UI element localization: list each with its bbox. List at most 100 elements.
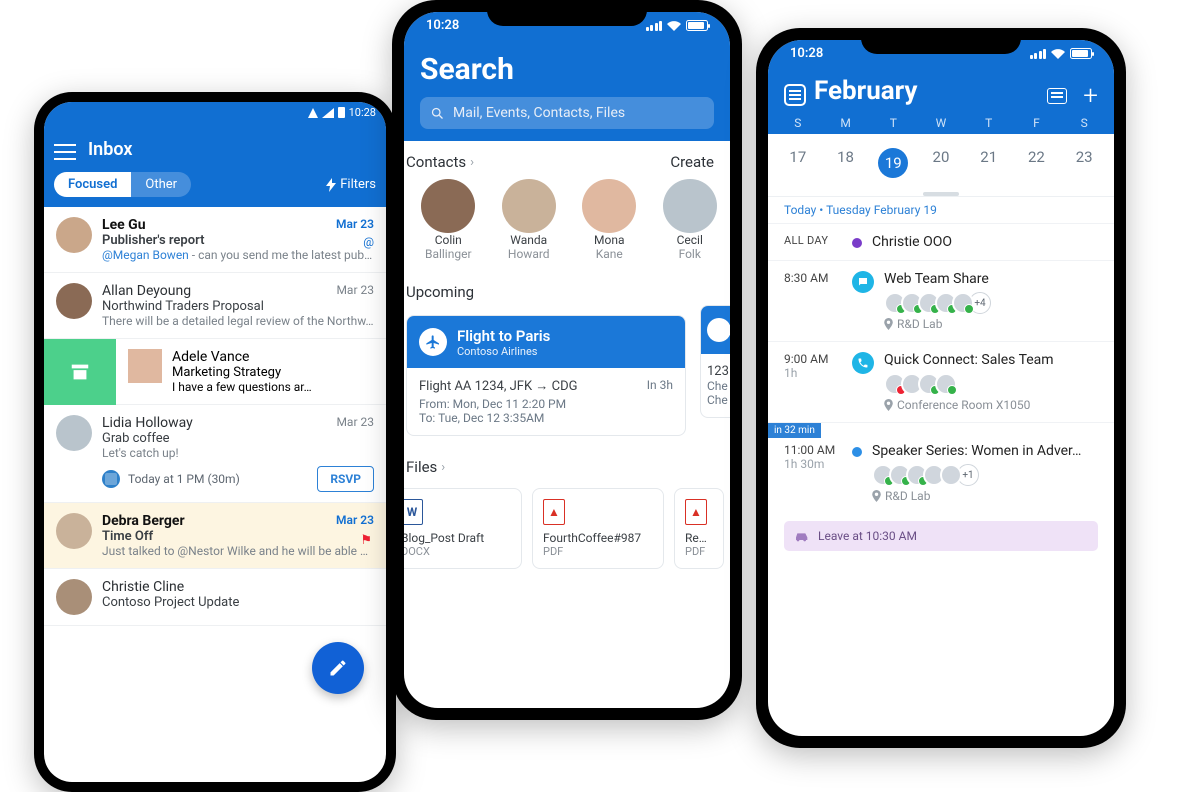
calendar-event[interactable]: 8:30 AM Web Team Share +4 R&D Lab xyxy=(768,260,1114,341)
email-preview: Let's catch up! xyxy=(102,446,374,460)
agenda-view-icon[interactable] xyxy=(1047,88,1067,104)
event-time: 11:00 AM xyxy=(784,443,842,457)
day-cell[interactable]: 18 xyxy=(822,142,870,184)
file-card[interactable]: ▲ Re… PDF xyxy=(674,488,724,569)
email-date: Mar 23 xyxy=(336,217,374,231)
day-cell[interactable]: 20 xyxy=(917,142,965,184)
day-cell[interactable]: 17 xyxy=(774,142,822,184)
compose-fab[interactable] xyxy=(312,642,364,694)
calendar-event[interactable]: 9:00 AM1h Quick Connect: Sales Team Conf… xyxy=(768,341,1114,422)
avatar xyxy=(56,513,92,549)
upcoming-card-peek[interactable]: 123CheChe xyxy=(700,305,730,418)
file-card[interactable]: W Blog_Post Draft DOCX xyxy=(404,488,522,569)
event-location: R&D Lab xyxy=(872,489,1098,503)
pdf-file-icon: ▲ xyxy=(543,499,565,525)
section-title: Upcoming xyxy=(406,283,474,301)
email-date: Mar 23 xyxy=(336,513,374,527)
battery-icon xyxy=(686,20,708,31)
contacts-section: Contacts › Create ColinBallinger WandaHow… xyxy=(404,141,730,265)
meeting-time: Today at 1 PM (30m) xyxy=(128,472,240,486)
avatar xyxy=(56,217,92,253)
avatar xyxy=(56,415,92,451)
email-preview: @Megan Bowen - can you send me the lates… xyxy=(102,248,374,262)
email-row[interactable]: Christie Cline Contoso Project Update xyxy=(44,569,386,626)
attendee-avatars xyxy=(884,373,1098,395)
calendar-event[interactable]: in 32 min 11:00 AM1h 30m Speaker Series:… xyxy=(768,422,1114,513)
file-name: Re… xyxy=(685,531,713,545)
archive-icon[interactable] xyxy=(44,339,116,405)
contact-card[interactable]: WandaHoward xyxy=(489,179,570,261)
email-row[interactable]: Lee Gu Publisher's report @Megan Bowen -… xyxy=(44,207,386,273)
avatar xyxy=(56,579,92,615)
battery-icon xyxy=(1070,48,1092,59)
flight-route: Flight AA 1234, JFK → CDG xyxy=(419,378,673,394)
leave-time: Leave at 10:30 AM xyxy=(818,529,917,543)
search-input[interactable]: Mail, Events, Contacts, Files xyxy=(420,97,714,129)
event-location: R&D Lab xyxy=(884,317,1098,331)
day-cell[interactable]: 21 xyxy=(965,142,1013,184)
email-sender: Allan Deyoung xyxy=(102,283,374,299)
upcoming-flight-card[interactable]: Flight to ParisContoso Airlines Flight A… xyxy=(406,315,686,436)
section-title[interactable]: Contacts xyxy=(406,153,466,171)
contact-card[interactable]: ColinBallinger xyxy=(420,179,489,261)
search-title: Search xyxy=(420,52,714,87)
event-title: Web Team Share xyxy=(884,271,1098,287)
email-row[interactable]: Debra Berger Time Off Just talked to @Ne… xyxy=(44,503,386,569)
email-sender: Christie Cline xyxy=(102,579,374,595)
file-type: PDF xyxy=(685,545,713,558)
contact-card[interactable]: CecilFolk xyxy=(650,179,731,261)
wifi-icon xyxy=(667,21,681,31)
event-location: Conference Room X1050 xyxy=(884,398,1098,412)
chevron-right-icon: › xyxy=(470,155,474,170)
file-type: PDF xyxy=(543,545,653,558)
chevron-right-icon: › xyxy=(441,460,445,475)
create-contact-button[interactable]: Create xyxy=(670,153,714,171)
inbox-header: 10:28 Inbox xyxy=(44,102,386,166)
pdf-file-icon: ▲ xyxy=(685,499,707,525)
email-row-swiped[interactable]: Adele Vance Marketing Strategy I have a … xyxy=(44,339,386,405)
attendee-avatars: +4 xyxy=(884,292,1098,314)
email-row[interactable]: Allan Deyoung Northwind Traders Proposal… xyxy=(44,273,386,339)
upcoming-section: Upcoming xyxy=(404,265,730,305)
phone-android-inbox: 10:28 Inbox Focused Other Filters Lee Gu… xyxy=(34,92,396,792)
day-cell-selected[interactable]: 19 xyxy=(869,142,917,184)
flag-icon: ⚑ xyxy=(360,533,372,548)
section-title[interactable]: Files xyxy=(406,458,437,476)
avatar xyxy=(56,283,92,319)
search-placeholder: Mail, Events, Contacts, Files xyxy=(453,105,625,121)
search-icon xyxy=(430,106,445,121)
file-card[interactable]: ▲ FourthCoffee#987 PDF xyxy=(532,488,664,569)
leave-now-bar[interactable]: Leave at 10:30 AM xyxy=(784,521,1098,551)
calendar-dot-icon xyxy=(102,470,120,488)
mention-icon: @ xyxy=(363,235,374,249)
location-pin-icon xyxy=(884,399,893,411)
calendar-view-icon[interactable] xyxy=(784,84,806,106)
tab-other[interactable]: Other xyxy=(131,172,191,197)
calendar-month[interactable]: February xyxy=(814,76,918,106)
contact-card[interactable]: MonaKane xyxy=(569,179,650,261)
tab-focused[interactable]: Focused xyxy=(54,172,131,197)
menu-icon[interactable] xyxy=(54,144,76,160)
email-list: Lee Gu Publisher's report @Megan Bowen -… xyxy=(44,207,386,626)
location-pin-icon xyxy=(884,318,893,330)
email-subject: Publisher's report xyxy=(102,233,374,248)
event-time: 8:30 AM xyxy=(784,271,842,285)
phone-ios-calendar: 10:28 February + SMTWTFS 17 18 19 20 21 … xyxy=(756,28,1126,748)
day-cell[interactable]: 22 xyxy=(1013,142,1061,184)
soon-badge: in 32 min xyxy=(768,423,821,438)
email-row[interactable]: Lidia Holloway Grab coffee Let's catch u… xyxy=(44,405,386,503)
event-title: Speaker Series: Women in Adver… xyxy=(872,443,1098,459)
phone-icon xyxy=(852,352,874,374)
status-time: 10:28 xyxy=(349,106,376,119)
day-cell[interactable]: 23 xyxy=(1060,142,1108,184)
filters-button[interactable]: Filters xyxy=(326,177,376,192)
calendar-event[interactable]: ALL DAY Christie OOO xyxy=(768,223,1114,260)
rsvp-button[interactable]: RSVP xyxy=(317,466,374,492)
add-event-button[interactable]: + xyxy=(1083,86,1098,106)
word-file-icon: W xyxy=(404,499,423,525)
car-icon xyxy=(794,530,810,542)
email-preview: There will be a detailed legal review of… xyxy=(102,314,374,328)
phone-ios-search: 10:28 Search Mail, Events, Contacts, Fil… xyxy=(392,0,742,720)
email-subject: Contoso Project Update xyxy=(102,595,374,610)
event-dot-icon xyxy=(852,447,862,457)
